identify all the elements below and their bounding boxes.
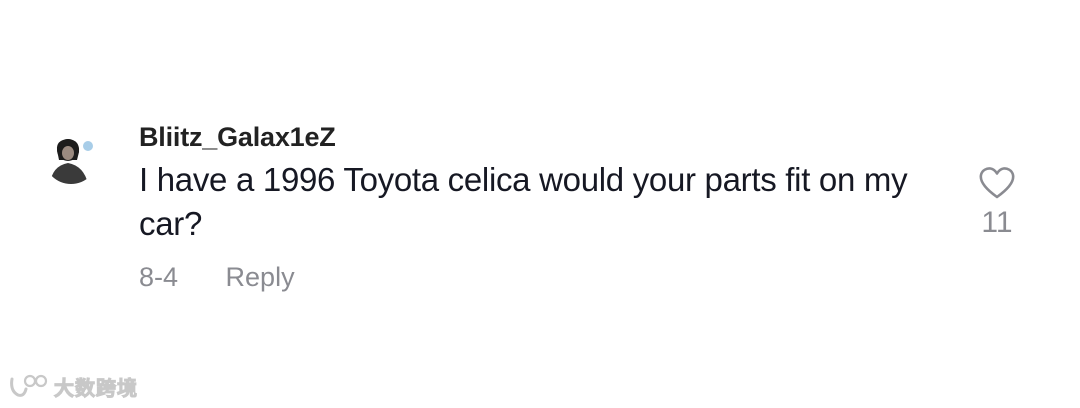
like-button[interactable]: 11 [968,166,1026,240]
watermark-logo-icon [10,374,48,397]
heart-outline-icon[interactable] [978,166,1016,200]
watermark: 大数跨境 [8,372,138,401]
comment-meta: 8-4 Reply [139,262,295,293]
comment-date: 8-4 [139,262,179,292]
user-avatar[interactable] [44,130,98,184]
like-count: 11 [981,206,1013,239]
comment-item: Bliitz_Galax1eZ I have a 1996 Toyota cel… [0,0,1080,408]
comment-username[interactable]: Bliitz_Galax1eZ [139,122,336,153]
avatar-image [44,130,98,184]
comment-text: I have a 1996 Toyota celica would your p… [139,161,908,242]
watermark-text: 大数跨境 [54,376,138,401]
reply-button[interactable]: Reply [226,262,295,292]
